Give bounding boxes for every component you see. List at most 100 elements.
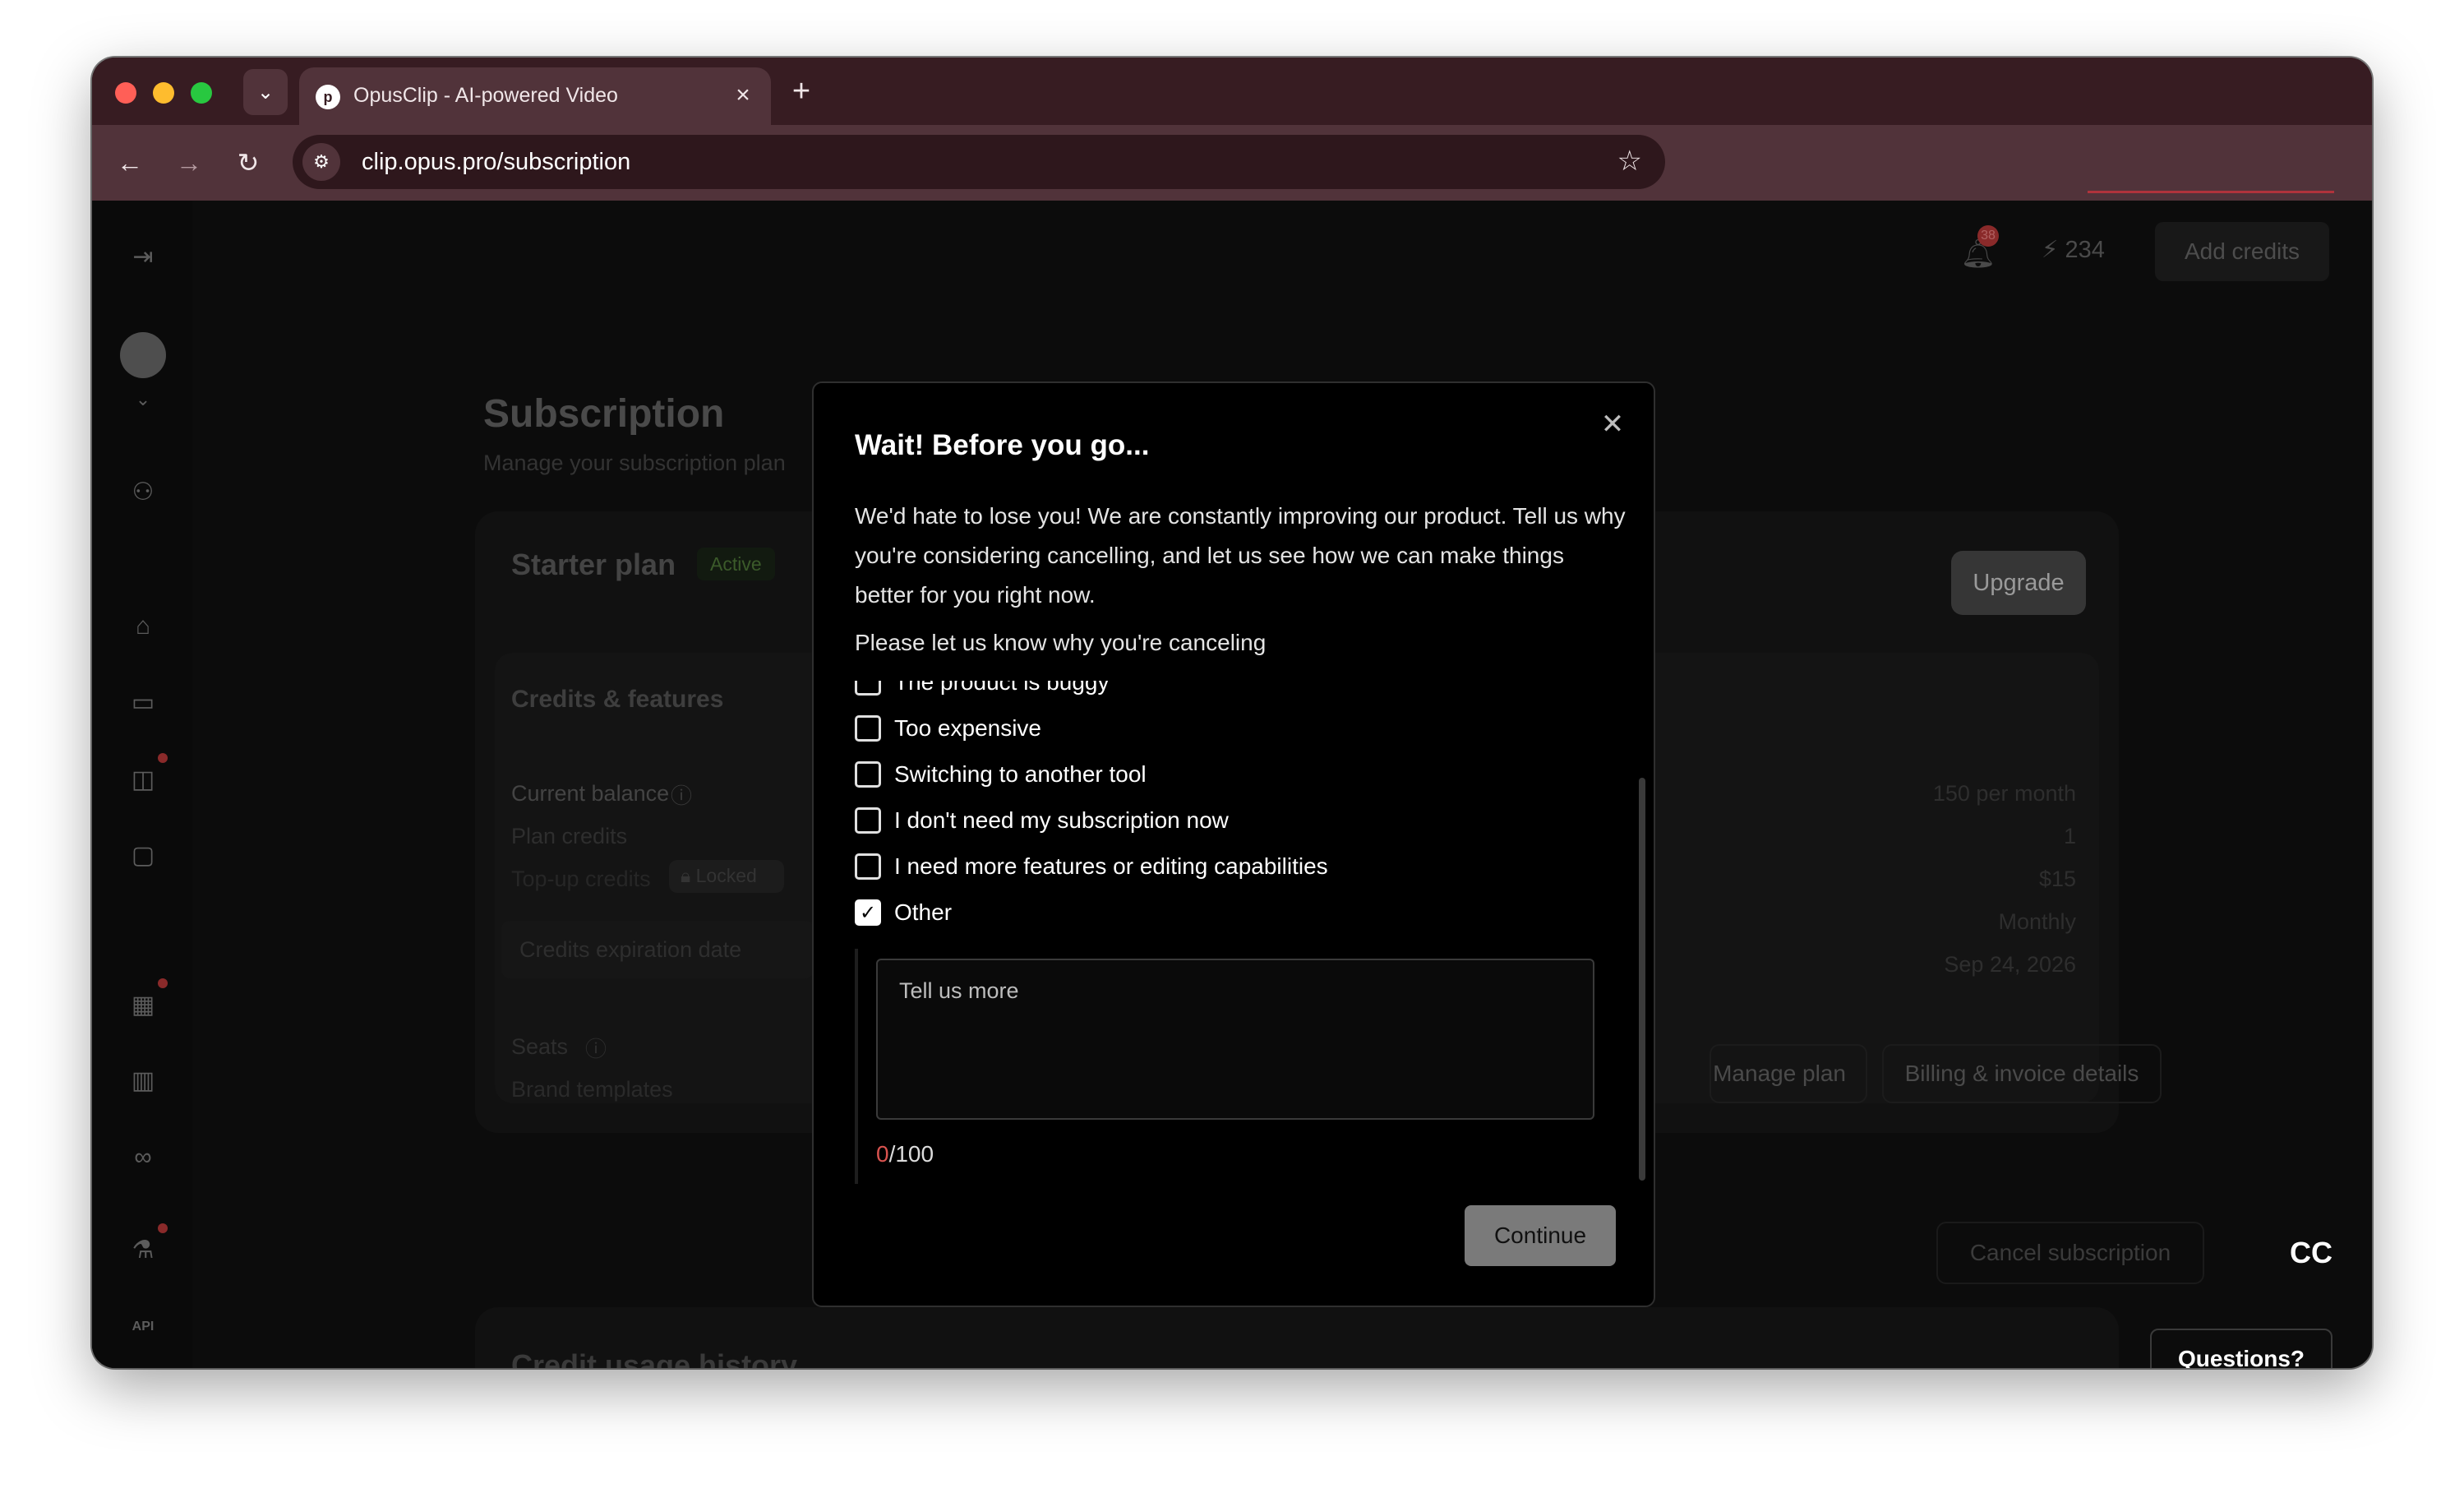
lock-icon: 🔒︎: [681, 865, 691, 886]
forward-arrow-icon[interactable]: →: [169, 143, 209, 183]
option-too-expensive[interactable]: Too expensive: [855, 712, 1041, 745]
home-icon[interactable]: ⌂: [123, 607, 163, 646]
credit-value-5: Sep 24, 2026: [1944, 952, 2076, 977]
loading-progress-line: [2088, 191, 2334, 193]
sidebar: ⇥ ⌄ ⚇ ⌂ ▭ ◫ ▢ ▦ ▥ ∞ ⚗ API: [92, 201, 192, 1368]
add-member-icon[interactable]: ⚇: [123, 472, 163, 511]
page-title: Subscription: [483, 392, 725, 436]
info-icon[interactable]: ⓘ: [671, 779, 692, 810]
status-badge: Active: [697, 548, 775, 580]
new-tab-plus-icon[interactable]: +: [782, 72, 820, 110]
cancel-reason-modal: Wait! Before you go... ✕ We'd hate to lo…: [812, 381, 1655, 1307]
locked-label: 🔒︎ Locked: [681, 865, 757, 886]
archive-icon[interactable]: ▭: [123, 682, 163, 722]
option-product-buggy[interactable]: The product is buggy: [855, 681, 1110, 699]
link-icon[interactable]: ∞: [123, 1138, 163, 1177]
checkbox-checked[interactable]: ✓: [855, 899, 881, 926]
url-text[interactable]: clip.opus.pro/subscription: [362, 149, 630, 176]
chevron-down-icon[interactable]: ⌄: [123, 380, 163, 419]
modal-title: Wait! Before you go...: [855, 429, 1150, 461]
expand-sidebar-icon[interactable]: ⇥: [123, 237, 163, 276]
close-icon[interactable]: ✕: [1594, 406, 1631, 442]
page-subtitle: Manage your subscription plan: [483, 451, 786, 475]
credit-value-2: 1: [2063, 824, 2076, 848]
checkmark-icon: ✓: [859, 901, 877, 924]
option-switching-tool[interactable]: Switching to another tool: [855, 758, 1147, 791]
opusclip-favicon-icon: p: [316, 85, 340, 109]
upgrade-button[interactable]: Upgrade: [1951, 551, 2086, 615]
analytics-icon[interactable]: ▥: [123, 1061, 163, 1100]
modal-description: We'd hate to lose you! We are constantly…: [855, 503, 1626, 608]
checkbox[interactable]: [855, 853, 881, 880]
notification-dot: [158, 753, 168, 763]
continue-button[interactable]: Continue: [1465, 1205, 1616, 1266]
brand-kit-icon[interactable]: ◫: [123, 760, 163, 799]
add-credits-button[interactable]: Add credits: [2155, 222, 2329, 281]
textarea-indent-bar: [855, 949, 858, 1184]
api-icon[interactable]: API: [123, 1307, 163, 1347]
plan-name: Starter plan: [511, 548, 676, 581]
checkbox[interactable]: [855, 681, 881, 696]
avatar[interactable]: [120, 332, 166, 378]
manage-plan-button[interactable]: Manage plan: [1710, 1044, 1867, 1103]
notification-dot: [158, 978, 168, 988]
tab-search-chevron-icon[interactable]: ⌄: [243, 69, 288, 115]
option-other[interactable]: ✓ Other: [855, 896, 952, 929]
notification-count-badge: 38: [1977, 225, 1999, 247]
option-label: Too expensive: [894, 715, 1042, 741]
folder-icon[interactable]: ▢: [123, 835, 163, 875]
option-label: I don't need my subscription now: [894, 807, 1229, 833]
calendar-icon[interactable]: ▦: [123, 985, 163, 1024]
notification-dot: [158, 1223, 168, 1233]
browser-window: ⌄ p OpusClip - AI-powered Video × + ← → …: [92, 58, 2372, 1368]
credits-balance[interactable]: ⚡︎ 234: [2042, 235, 2105, 264]
billing-invoice-button[interactable]: Billing & invoice details: [1882, 1044, 2162, 1103]
brand-templates-label: Brand templates: [511, 1077, 673, 1102]
option-label: I need more features or editing capabili…: [894, 853, 1328, 879]
seats-label: Seats: [511, 1034, 569, 1059]
browser-tab[interactable]: p OpusClip - AI-powered Video ×: [299, 67, 771, 125]
plan-credits-label: Plan credits: [511, 824, 628, 848]
credits-heading: Credits & features: [511, 686, 724, 713]
expiration-label: Credits expiration date: [519, 937, 742, 962]
credit-value-4: Monthly: [1998, 909, 2076, 934]
credit-usage-history-card: Credit usage history: [475, 1307, 2119, 1368]
questions-button[interactable]: Questions?: [2150, 1329, 2332, 1368]
topup-credits-label: Top-up credits: [511, 867, 651, 891]
minimize-window-button[interactable]: [153, 82, 174, 104]
credit-value-3: $15: [2038, 867, 2076, 891]
address-bar[interactable]: ⚙ clip.opus.pro/subscription ☆: [293, 135, 1665, 189]
character-counter: 0/100: [876, 1141, 934, 1167]
close-window-button[interactable]: [115, 82, 136, 104]
bookmark-star-icon[interactable]: ☆: [1617, 145, 1642, 178]
lightning-icon: ⚡︎: [2042, 237, 2059, 263]
credit-value-1: 150 per month: [1932, 781, 2076, 806]
cancel-subscription-button[interactable]: Cancel subscription: [1936, 1222, 2204, 1284]
maximize-window-button[interactable]: [191, 82, 212, 104]
modal-scrollbar[interactable]: [1639, 778, 1645, 1181]
lab-flask-icon[interactable]: ⚗: [123, 1230, 163, 1269]
closed-captions-icon[interactable]: CC: [2278, 1228, 2344, 1278]
checkbox[interactable]: [855, 807, 881, 834]
option-label: Switching to another tool: [894, 761, 1147, 787]
tell-us-more-textarea[interactable]: Tell us more: [876, 959, 1594, 1120]
reload-icon[interactable]: ↻: [228, 143, 268, 183]
option-label: The product is buggy: [894, 681, 1110, 695]
checkbox[interactable]: [855, 715, 881, 742]
browser-toolbar: ← → ↻ ⚙ clip.opus.pro/subscription ☆: [92, 125, 2372, 201]
info-icon[interactable]: ⓘ: [585, 1033, 607, 1063]
tab-title: OpusClip - AI-powered Video: [353, 84, 618, 107]
back-arrow-icon[interactable]: ←: [110, 143, 150, 183]
current-balance-label: Current balance: [511, 781, 670, 806]
credit-usage-history-title: Credit usage history: [511, 1348, 798, 1368]
char-limit: /100: [888, 1141, 934, 1167]
credits-value: 234: [2065, 237, 2105, 263]
option-more-features[interactable]: I need more features or editing capabili…: [855, 850, 1328, 883]
app-viewport: ⇥ ⌄ ⚇ ⌂ ▭ ◫ ▢ ▦ ▥ ∞ ⚗ API 🔔︎ 38 ⚡︎ 234 A…: [92, 201, 2372, 1368]
site-info-icon[interactable]: ⚙: [302, 143, 340, 181]
reason-prompt: Please let us know why you're canceling: [855, 630, 1267, 655]
option-dont-need[interactable]: I don't need my subscription now: [855, 804, 1229, 837]
option-label: Other: [894, 899, 953, 925]
tab-close-icon[interactable]: ×: [728, 81, 758, 110]
checkbox[interactable]: [855, 761, 881, 788]
